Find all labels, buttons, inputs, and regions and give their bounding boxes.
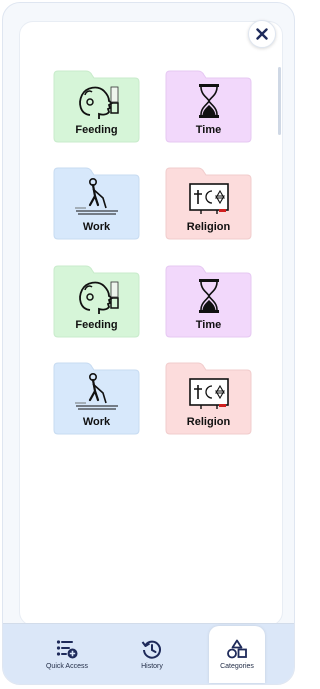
history-icon [141, 640, 161, 659]
feeding-icon [78, 281, 119, 314]
tile-label: Work [82, 221, 111, 233]
tile-label: Work [82, 416, 111, 428]
feeding-icon [78, 86, 119, 119]
religion-icon [188, 183, 229, 214]
nav-categories[interactable]: Categories [209, 626, 265, 683]
app-window: Feeding Time Work Religion Feeding Time … [2, 2, 295, 685]
category-tile-feeding[interactable]: Feeding [52, 69, 141, 144]
close-button[interactable] [248, 20, 276, 48]
tile-label: Time [195, 124, 222, 136]
category-tile-time[interactable]: Time [164, 264, 253, 339]
tile-label: Religion [186, 221, 231, 233]
categories-icon [227, 639, 247, 659]
tile-label: Religion [186, 416, 231, 428]
category-tile-time[interactable]: Time [164, 69, 253, 144]
category-tile-feeding[interactable]: Feeding [52, 264, 141, 339]
nav-label: History [141, 663, 163, 670]
work-icon [74, 178, 118, 215]
nav-quick-access[interactable]: Quick Access [31, 624, 103, 684]
nav-label: Quick Access [45, 663, 88, 670]
category-tile-religion[interactable]: Religion [164, 166, 253, 241]
hourglass-icon [198, 84, 219, 118]
hourglass-icon [198, 279, 219, 313]
quick-access-icon [56, 640, 78, 659]
tile-label: Time [195, 319, 222, 331]
category-tile-work[interactable]: Work [52, 361, 141, 436]
tile-label: Feeding [75, 319, 118, 331]
nav-label: Categories [220, 663, 254, 670]
category-tile-work[interactable]: Work [52, 166, 141, 241]
scrollbar[interactable] [278, 67, 281, 135]
close-icon [256, 28, 268, 40]
category-tile-religion[interactable]: Religion [164, 361, 253, 436]
category-grid: Feeding Time Work Religion Feeding Time … [52, 69, 254, 439]
nav-history[interactable]: History [121, 624, 183, 684]
tile-label: Feeding [75, 124, 118, 136]
bottom-navigation: Quick Access History Categories [3, 623, 294, 684]
religion-icon [188, 378, 229, 409]
work-icon [74, 373, 118, 410]
